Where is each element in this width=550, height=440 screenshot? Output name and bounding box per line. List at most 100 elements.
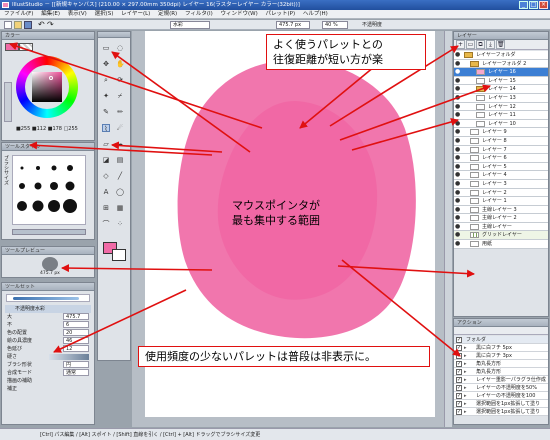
visibility-eye-icon[interactable]: ●: [455, 129, 462, 135]
setting-row-color-stretch[interactable]: 色延び 12: [5, 345, 91, 353]
action-item[interactable]: ✓ ▸ レイヤーの不透明度を100: [454, 392, 548, 400]
menu-view[interactable]: 表示(V): [68, 11, 87, 17]
new-layer-icon[interactable]: +: [456, 40, 465, 49]
visibility-eye-icon[interactable]: ●: [455, 60, 462, 67]
menu-edit[interactable]: 編集(E): [41, 11, 60, 17]
layer-row[interactable]: ● 主線レイヤー: [454, 223, 548, 232]
visibility-eye-icon[interactable]: ●: [455, 77, 462, 84]
canvas-scrollbar[interactable]: [444, 31, 452, 427]
expand-arrow-icon[interactable]: ▸: [464, 384, 467, 392]
airbrush-tool-icon[interactable]: ☄: [116, 124, 124, 132]
zoom-tool-icon[interactable]: ⌕: [102, 76, 110, 84]
action-item[interactable]: ✓ ▸ 角丸長方形: [454, 360, 548, 368]
expand-arrow-icon[interactable]: ▸: [464, 360, 467, 368]
action-checkbox[interactable]: ✓: [456, 337, 462, 343]
action-item[interactable]: ✓ ▸ レイヤーの不透明度を50%: [454, 384, 548, 392]
hand-tool-icon[interactable]: ✋: [116, 60, 125, 68]
expand-arrow-icon[interactable]: ▸: [464, 376, 467, 384]
current-color-swatch[interactable]: [5, 43, 19, 51]
action-checkbox[interactable]: ✓: [456, 401, 462, 407]
close-button[interactable]: ×: [539, 1, 548, 9]
size-slider[interactable]: [12, 229, 86, 235]
setting-row-blend-mode[interactable]: 合成モード 通常: [5, 369, 91, 377]
visibility-eye-icon[interactable]: ●: [455, 155, 462, 161]
visibility-eye-icon[interactable]: ●: [455, 189, 462, 196]
layer-row[interactable]: ● レイヤー 13: [454, 94, 548, 103]
setting-row-opacity[interactable]: 不6: [5, 321, 91, 329]
action-checkbox[interactable]: ✓: [456, 369, 462, 375]
lasso-tool-icon[interactable]: ◌: [116, 44, 124, 52]
visibility-eye-icon[interactable]: ●: [455, 198, 462, 204]
setting-row-paint-density[interactable]: 絵の具濃度 46: [5, 337, 91, 345]
setting-color-stretch-value[interactable]: 12: [63, 345, 89, 352]
menu-palette[interactable]: パレット(P): [265, 11, 295, 17]
redo-icon[interactable]: ↷: [47, 20, 54, 29]
setting-row-correction[interactable]: 補正: [5, 385, 91, 393]
color-picker-marker[interactable]: [49, 76, 53, 80]
brush-tool-icon[interactable]: ⌇: [102, 124, 110, 133]
expand-arrow-icon[interactable]: ▸: [464, 368, 467, 376]
menu-select[interactable]: 選択(S): [95, 11, 114, 17]
setting-blend-mode-value[interactable]: 通常: [63, 369, 89, 376]
action-checkbox[interactable]: ✓: [456, 377, 462, 383]
visibility-eye-icon[interactable]: ●: [455, 215, 462, 221]
setting-row-brush-shape[interactable]: ブラシ形状円: [5, 361, 91, 369]
action-checkbox[interactable]: ✓: [456, 393, 462, 399]
opacity-input[interactable]: 40 %: [322, 21, 348, 29]
expand-arrow-icon[interactable]: ▸: [464, 344, 467, 352]
tone-tool-icon[interactable]: ⁘: [116, 220, 124, 228]
layer-row-selected[interactable]: ● レイヤー 16: [454, 68, 548, 77]
shape-tool-icon[interactable]: ◇: [102, 172, 110, 180]
layer-row[interactable]: ● レイヤーフォルダ 2: [454, 60, 548, 69]
undo-icon[interactable]: ↶: [38, 20, 45, 29]
saturation-value-square[interactable]: [32, 72, 62, 102]
pencil-tool-icon[interactable]: ✏: [116, 108, 124, 116]
layer-row[interactable]: ● レイヤー 8: [454, 137, 548, 146]
pen-tool-icon[interactable]: ✎: [102, 108, 110, 116]
setting-paint-density-value[interactable]: 46: [63, 337, 89, 344]
visibility-eye-icon[interactable]: ●: [455, 112, 462, 118]
text-tool-icon[interactable]: A: [102, 188, 110, 196]
layer-row[interactable]: ● 主線レイヤー 2: [454, 214, 548, 223]
balloon-tool-icon[interactable]: ◯: [116, 188, 124, 196]
action-checkbox[interactable]: ✓: [456, 361, 462, 367]
action-checkbox[interactable]: ✓: [456, 353, 462, 359]
action-checkbox[interactable]: ✓: [456, 385, 462, 391]
color-mode-tabs[interactable]: [4, 82, 12, 122]
setting-row-drawing-aid[interactable]: 描画の補助: [5, 377, 91, 385]
visibility-eye-icon[interactable]: ●: [455, 52, 462, 58]
menu-window[interactable]: ウィンドウ(W): [221, 11, 258, 17]
minimize-button[interactable]: _: [519, 1, 528, 9]
layer-row[interactable]: ● レイヤー 14: [454, 85, 548, 94]
menu-layer[interactable]: レイヤー(L): [121, 11, 150, 17]
action-item[interactable]: ✓ ▸ レイヤー重影一パラグラ仕作成: [454, 376, 548, 384]
hardness-bars[interactable]: [49, 354, 89, 360]
visibility-eye-icon[interactable]: ●: [455, 146, 462, 153]
vector-tool-icon[interactable]: ⌒: [102, 220, 110, 228]
merge-layer-icon[interactable]: ⤓: [486, 40, 495, 49]
layer-row[interactable]: ● レイヤー 9: [454, 128, 548, 137]
action-item[interactable]: ✓ ▸ 黒に白フチ 3px: [454, 352, 548, 360]
brush-mode-select[interactable]: 水彩: [170, 21, 210, 29]
move-tool-icon[interactable]: ✥: [102, 60, 110, 68]
action-checkbox[interactable]: ✓: [456, 409, 462, 415]
action-item[interactable]: ✓ ▸ 選択範囲を1px拡張して塗り: [454, 400, 548, 408]
menu-file[interactable]: ファイル(F): [4, 11, 33, 17]
setting-row-hardness[interactable]: 硬さ: [5, 353, 91, 361]
visibility-eye-icon[interactable]: ●: [455, 232, 462, 238]
visibility-eye-icon[interactable]: ●: [455, 223, 462, 230]
save-icon[interactable]: [24, 21, 32, 29]
layer-row[interactable]: ● レイヤー 11: [454, 111, 548, 120]
expand-arrow-icon[interactable]: ▸: [464, 392, 467, 400]
brush-size-grid[interactable]: [12, 155, 86, 225]
layer-row[interactable]: ● レイヤー 1: [454, 197, 548, 206]
brush-preset-stroke[interactable]: [6, 294, 90, 302]
setting-color-layout-value[interactable]: 20: [63, 329, 89, 336]
action-folder[interactable]: ✓ フォルダ: [454, 336, 548, 344]
fill-tool-icon[interactable]: ◪: [102, 156, 110, 164]
layer-row[interactable]: ● レイヤー 7: [454, 146, 548, 155]
blend-tool-icon[interactable]: ☁: [116, 140, 124, 148]
gradient-tool-icon[interactable]: ▤: [116, 156, 124, 164]
setting-brush-shape-value[interactable]: 円: [63, 361, 89, 368]
action-item[interactable]: ✓ ▸ 黒に白フチ 5px: [454, 344, 548, 352]
